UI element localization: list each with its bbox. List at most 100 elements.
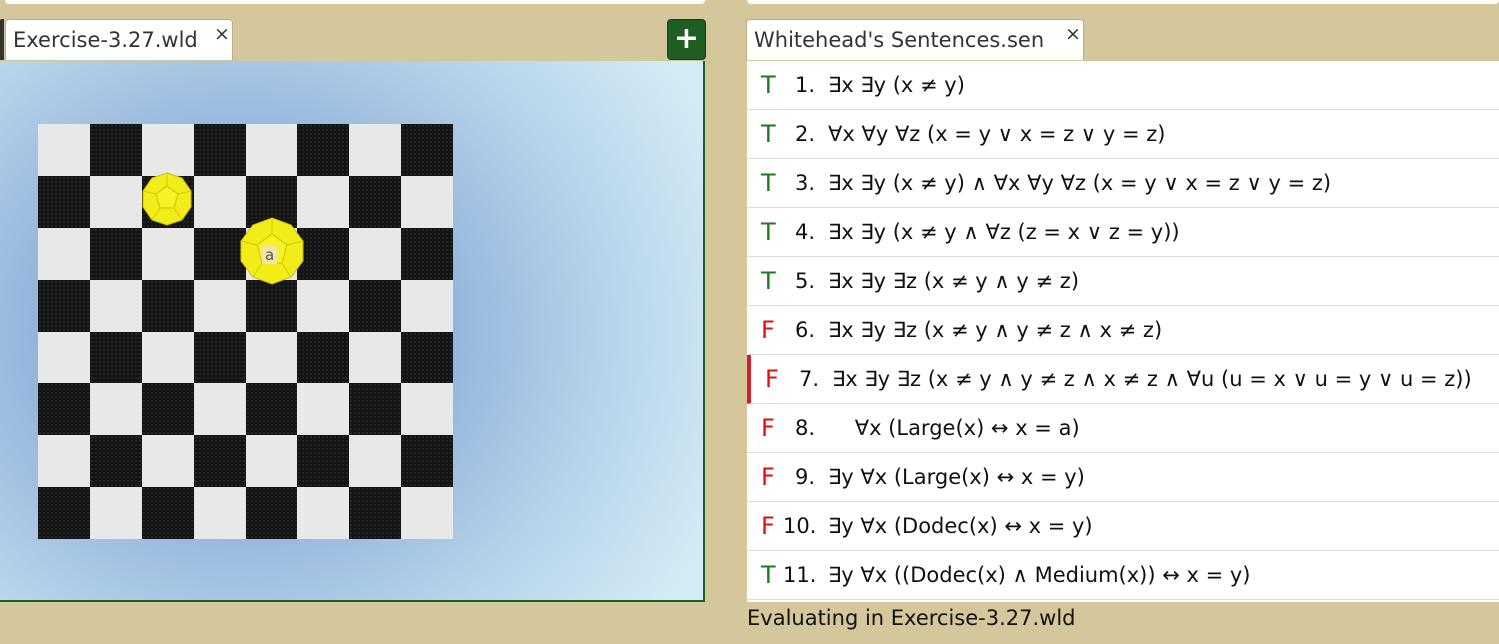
board-square[interactable] [245,331,298,384]
sentence-list[interactable]: T 1. ∃x ∃y (x ≠ y) T 2. ∀x ∀y ∀z (x = y ∨ x =… [747,61,1499,602]
board-square[interactable] [297,435,350,488]
sentence-row[interactable]: F 8. ∀x (Large(x) ↔ x = a) [747,404,1499,453]
sentence-formula[interactable]: ∀x (Large(x) ↔ x = a) [828,404,1080,452]
sentence-row[interactable]: T 11. ∃y ∀x ((Dodec(x) ∧ Medium(x)) ↔ x = … [747,551,1499,600]
board-square[interactable] [38,331,90,384]
board-square[interactable] [89,124,142,176]
truth-value: T [761,169,776,197]
sentence-formula[interactable]: ∃y ∀x ((Dodec(x) ∧ Medium(x)) ↔ x = y) [828,551,1251,599]
board-square[interactable] [89,331,142,384]
board-square[interactable] [89,487,142,539]
board-square[interactable] [401,487,453,539]
board-square[interactable] [401,175,453,228]
board-square[interactable] [401,124,453,176]
board-square[interactable] [38,383,90,436]
close-icon[interactable]: × [214,14,230,54]
board-square[interactable] [141,487,194,539]
dodecahedron-medium[interactable] [140,172,194,226]
board-square[interactable] [297,383,350,436]
sentence-row[interactable]: F 6. ∃x ∃y ∃z (x ≠ y ∧ y ≠ z ∧ x ≠ z) [747,306,1499,355]
board-square[interactable] [193,124,246,176]
board-square[interactable] [141,124,194,176]
board-square[interactable] [141,279,194,332]
board-square[interactable] [193,487,246,539]
chessboard[interactable] [38,124,453,539]
board-square[interactable] [38,279,90,332]
board-square[interactable] [38,435,90,488]
board-square[interactable] [349,383,402,436]
shape-name-label: a [262,246,278,264]
board-square[interactable] [38,175,90,228]
board-square[interactable] [89,175,142,228]
board-square[interactable] [89,279,142,332]
board-square[interactable] [401,279,453,332]
board-square[interactable] [89,227,142,280]
add-world-button[interactable]: + [667,19,706,60]
board-square[interactable] [245,279,298,332]
sentence-number: 8. [794,416,815,440]
board-square[interactable] [245,435,298,488]
board-square[interactable] [297,487,350,539]
board-square[interactable] [245,124,298,176]
board-square[interactable] [401,435,453,488]
board-square[interactable] [38,487,90,539]
sentence-formula[interactable]: ∃x ∃y (x ≠ y) ∧ ∀x ∀y ∀z (x = y ∨ x = z … [828,159,1331,207]
sentence-row[interactable]: T 5. ∃x ∃y ∃z (x ≠ y ∧ y ≠ z) [747,257,1499,306]
board-square[interactable] [193,383,246,436]
sentence-formula[interactable]: ∃x ∃y ∃z (x ≠ y ∧ y ≠ z ∧ x ≠ z ∧ ∀u (u … [832,355,1472,403]
board-square[interactable] [401,383,453,436]
sentence-formula[interactable]: ∃x ∃y (x ≠ y ∧ ∀z (z = x ∨ z = y)) [828,208,1180,256]
sentence-row[interactable]: T 2. ∀x ∀y ∀z (x = y ∨ x = z ∨ y = z) [747,110,1499,159]
board-square[interactable] [141,227,194,280]
sentence-formula[interactable]: ∃x ∃y (x ≠ y) [828,61,965,109]
board-square[interactable] [38,124,90,176]
truth-value: T [761,561,776,589]
board-square[interactable] [245,383,298,436]
close-icon[interactable]: × [1065,14,1081,54]
board-square[interactable] [141,331,194,384]
board-square[interactable] [245,487,298,539]
board-square[interactable] [193,331,246,384]
board-square[interactable] [89,435,142,488]
board-square[interactable] [349,124,402,176]
tab-world-label: Exercise-3.27.wld [13,28,198,52]
board-square[interactable] [141,435,194,488]
sentence-row[interactable]: F 9. ∃y ∀x (Large(x) ↔ x = y) [747,453,1499,502]
board-square[interactable] [38,227,90,280]
board-square[interactable] [349,435,402,488]
world-panel-top-edge [5,0,705,4]
sentence-formula[interactable]: ∃x ∃y ∃z (x ≠ y ∧ y ≠ z) [828,257,1079,305]
board-square[interactable] [89,383,142,436]
status-text: Evaluating in Exercise-3.27.wld [747,606,1076,630]
board-square[interactable] [193,279,246,332]
tab-sentence-file[interactable]: Whitehead's Sentences.sen × [746,19,1084,60]
sentence-formula[interactable]: ∃x ∃y ∃z (x ≠ y ∧ y ≠ z ∧ x ≠ z) [828,306,1162,354]
sentence-row[interactable]: F 10. ∃y ∀x (Dodec(x) ↔ x = y) [747,502,1499,551]
board-square[interactable] [297,331,350,384]
truth-value: T [761,71,776,99]
board-square[interactable] [349,175,402,228]
board-square[interactable] [401,227,453,280]
previous-tab-stub[interactable] [0,19,4,60]
sentence-formula[interactable]: ∃y ∀x (Dodec(x) ↔ x = y) [828,502,1093,550]
world-view[interactable]: a [0,61,705,602]
sentence-row[interactable]: T 3. ∃x ∃y (x ≠ y) ∧ ∀x ∀y ∀z (x = y ∨ x =… [747,159,1499,208]
sentence-number: 7. [798,367,819,391]
board-square[interactable] [193,435,246,488]
board-square[interactable] [401,331,453,384]
sentence-row[interactable]: T 1. ∃x ∃y (x ≠ y) [747,61,1499,110]
sentence-row[interactable]: T 4. ∃x ∃y (x ≠ y ∧ ∀z (z = x ∨ z = y)) [747,208,1499,257]
tab-world-file[interactable]: Exercise-3.27.wld × [5,19,233,60]
board-square[interactable] [297,279,350,332]
sentence-formula[interactable]: ∀x ∀y ∀z (x = y ∨ x = z ∨ y = z) [828,110,1165,158]
board-square[interactable] [349,487,402,539]
board-square[interactable] [349,279,402,332]
board-square[interactable] [349,227,402,280]
sentence-number: 4. [794,220,815,244]
board-square[interactable] [297,124,350,176]
board-square[interactable] [141,383,194,436]
sentence-number: 10. [783,514,817,538]
board-square[interactable] [349,331,402,384]
sentence-formula[interactable]: ∃y ∀x (Large(x) ↔ x = y) [828,453,1085,501]
sentence-row[interactable]: F 7. ∃x ∃y ∃z (x ≠ y ∧ y ≠ z ∧ x ≠ z ∧ ∀u … [747,355,1499,404]
